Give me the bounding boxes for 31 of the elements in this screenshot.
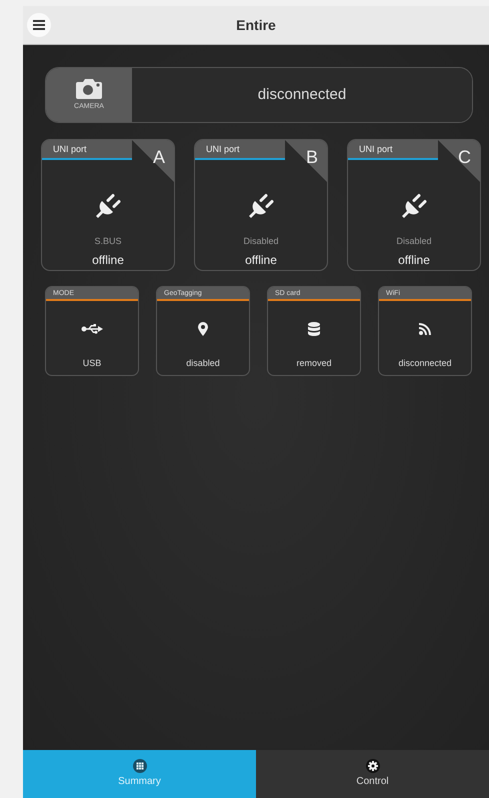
- menu-button[interactable]: [27, 13, 51, 37]
- port-letter: A: [152, 146, 165, 169]
- port-title: UNI port: [348, 140, 438, 160]
- port-letter: C: [458, 146, 471, 169]
- camera-status: disconnected: [258, 84, 346, 105]
- port-title: UNI port: [195, 140, 285, 160]
- port-status: offline: [91, 252, 125, 268]
- tile-value: disabled: [185, 357, 221, 370]
- port-protocol: Disabled: [242, 235, 280, 248]
- tab[interactable]: Control: [256, 750, 489, 798]
- port-protocol: S.BUS: [93, 235, 122, 248]
- database-icon: [308, 322, 320, 336]
- tile-value: removed: [295, 357, 332, 370]
- rss-icon: [419, 323, 431, 335]
- header-title: Entire: [235, 16, 277, 34]
- menu-icon: [33, 20, 45, 30]
- port-title: UNI port: [42, 140, 132, 160]
- plug-icon: [400, 192, 428, 220]
- grid-icon: [132, 759, 146, 773]
- usb-icon: [81, 323, 103, 335]
- camera-icon: [76, 78, 102, 100]
- port-status: offline: [244, 252, 278, 268]
- port-protocol: Disabled: [395, 235, 433, 248]
- map-pin-icon: [198, 322, 208, 336]
- port-status: offline: [397, 252, 431, 268]
- settings-icon: [366, 759, 380, 773]
- tile-value: USB: [82, 357, 102, 370]
- tile-value: disconnected: [397, 357, 453, 370]
- plug-icon: [94, 192, 122, 220]
- plug-icon: [247, 192, 275, 220]
- port-letter: B: [306, 146, 318, 169]
